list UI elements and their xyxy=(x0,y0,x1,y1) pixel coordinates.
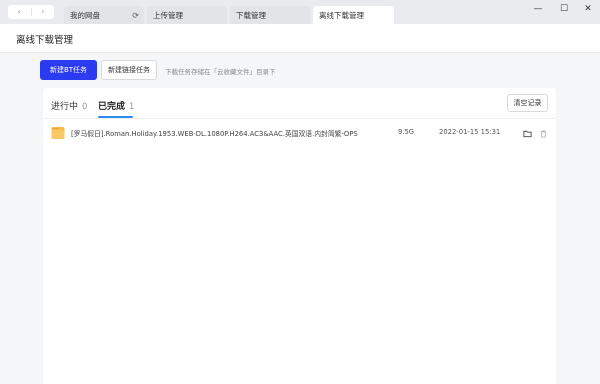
tab-count: 1 xyxy=(129,102,135,112)
minimize-button[interactable]: — xyxy=(528,2,548,16)
tab-label: 已完成 xyxy=(98,102,126,112)
maximize-button[interactable]: ☐ xyxy=(554,2,574,16)
storage-hint: 下载任务存储在「云收藏文件」目录下 xyxy=(165,68,276,76)
tab-label: 下载管理 xyxy=(236,10,266,20)
trash-icon[interactable] xyxy=(539,129,548,138)
close-button[interactable]: ✕ xyxy=(578,2,598,16)
maximize-icon: ☐ xyxy=(559,4,569,14)
file-name[interactable]: [罗马假日].Roman.Holiday.1953.WEB-DL.1080P.H… xyxy=(71,128,358,138)
file-date: 2022-01-15 15:31 xyxy=(439,128,501,136)
clear-records-button[interactable]: 清空记录 xyxy=(507,94,548,112)
folder-icon xyxy=(51,127,65,139)
refresh-icon[interactable]: ⟳ xyxy=(132,11,139,20)
tab-my-drive[interactable]: 我的网盘 ⟳ xyxy=(64,6,144,24)
open-folder-icon[interactable] xyxy=(523,129,532,138)
new-bt-task-button[interactable]: 新建BT任务 xyxy=(40,60,97,80)
active-tab-indicator xyxy=(98,116,133,118)
tab-label: 进行中 xyxy=(51,102,79,112)
page-header: 离线下载管理 xyxy=(0,24,600,53)
tab-label: 离线下载管理 xyxy=(319,10,364,20)
minimize-icon: — xyxy=(533,4,543,14)
tab-offline-download-manager[interactable]: 离线下载管理 xyxy=(313,6,394,24)
file-size: 9.5G xyxy=(398,128,415,136)
back-arrow-icon[interactable]: ‹ xyxy=(8,5,31,19)
page-title: 离线下载管理 xyxy=(16,35,74,46)
tab-download-manager[interactable]: 下载管理 xyxy=(230,6,310,24)
tab-label: 上传管理 xyxy=(153,10,183,20)
tab-upload-manager[interactable]: 上传管理 xyxy=(147,6,227,24)
history-nav: ‹ › xyxy=(8,5,54,19)
title-bar: ‹ › 我的网盘 ⟳ 上传管理 下载管理 离线下载管理 — ☐ ✕ xyxy=(0,0,600,24)
tab-completed[interactable]: 已完成 1 xyxy=(98,99,134,112)
task-panel: 进行中 0 已完成 1 清空记录 [罗马假日].Roman.Holiday.19… xyxy=(43,88,556,384)
new-link-task-button[interactable]: 新建链接任务 xyxy=(101,60,157,80)
table-row[interactable]: [罗马假日].Roman.Holiday.1953.WEB-DL.1080P.H… xyxy=(43,122,556,144)
forward-arrow-icon[interactable]: › xyxy=(32,5,55,19)
status-tabs: 进行中 0 已完成 1 清空记录 xyxy=(43,88,556,119)
tab-count: 0 xyxy=(82,102,88,112)
tab-label: 我的网盘 xyxy=(70,10,100,20)
tab-in-progress[interactable]: 进行中 0 xyxy=(51,99,87,112)
close-icon: ✕ xyxy=(584,4,592,14)
